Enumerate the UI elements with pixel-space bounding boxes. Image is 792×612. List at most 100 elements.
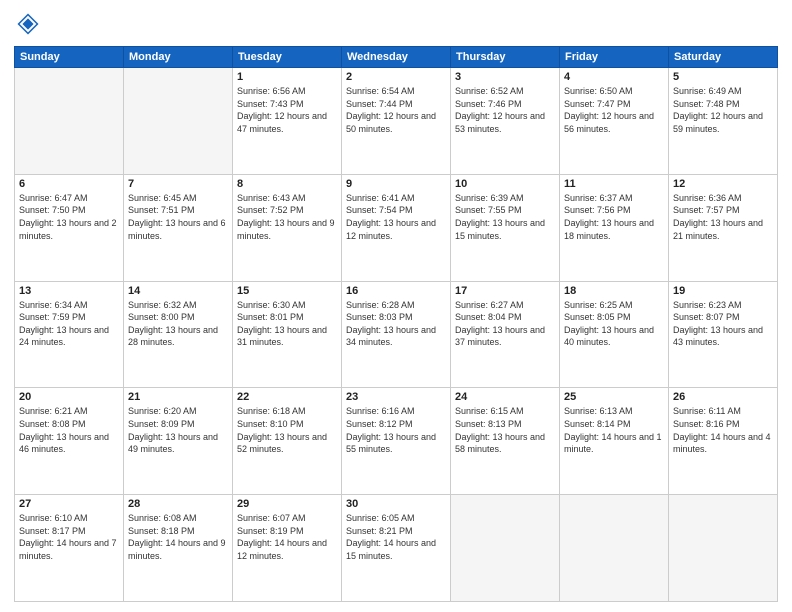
calendar-cell	[124, 68, 233, 175]
day-number: 27	[19, 498, 119, 510]
calendar-cell: 21 Sunrise: 6:20 AM Sunset: 8:09 PM Dayli…	[124, 388, 233, 495]
week-row-3: 13 Sunrise: 6:34 AM Sunset: 7:59 PM Dayli…	[15, 281, 778, 388]
day-number: 19	[673, 285, 773, 297]
calendar-cell: 5Sunrise: 6:49 AM Sunset: 7:48 PM Daylig…	[669, 68, 778, 175]
day-info: Sunrise: 6:39 AM Sunset: 7:55 PM Dayligh…	[455, 192, 555, 242]
page: SundayMondayTuesdayWednesdayThursdayFrid…	[0, 0, 792, 612]
logo	[14, 10, 46, 38]
day-info: Sunrise: 6:43 AM Sunset: 7:52 PM Dayligh…	[237, 192, 337, 242]
header	[14, 10, 778, 38]
day-number: 2	[346, 71, 446, 83]
day-info: Sunrise: 6:20 AM Sunset: 8:09 PM Dayligh…	[128, 405, 228, 455]
calendar-cell: 6Sunrise: 6:47 AM Sunset: 7:50 PM Daylig…	[15, 174, 124, 281]
day-info: Sunrise: 6:54 AM Sunset: 7:44 PM Dayligh…	[346, 85, 446, 135]
weekday-header-tuesday: Tuesday	[233, 47, 342, 68]
day-info: Sunrise: 6:11 AM Sunset: 8:16 PM Dayligh…	[673, 405, 773, 455]
weekday-header-row: SundayMondayTuesdayWednesdayThursdayFrid…	[15, 47, 778, 68]
weekday-header-saturday: Saturday	[669, 47, 778, 68]
day-info: Sunrise: 6:28 AM Sunset: 8:03 PM Dayligh…	[346, 299, 446, 349]
day-number: 4	[564, 71, 664, 83]
calendar-cell: 14Sunrise: 6:32 AM Sunset: 8:00 PM Dayli…	[124, 281, 233, 388]
day-number: 10	[455, 178, 555, 190]
week-row-1: 1Sunrise: 6:56 AM Sunset: 7:43 PM Daylig…	[15, 68, 778, 175]
day-number: 13	[19, 285, 119, 297]
day-info: Sunrise: 6:47 AM Sunset: 7:50 PM Dayligh…	[19, 192, 119, 242]
day-info: Sunrise: 6:21 AM Sunset: 8:08 PM Dayligh…	[19, 405, 119, 455]
calendar-cell: 22 Sunrise: 6:18 AM Sunset: 8:10 PM Dayli…	[233, 388, 342, 495]
day-number: 21	[128, 391, 228, 403]
calendar-cell: 9Sunrise: 6:41 AM Sunset: 7:54 PM Daylig…	[342, 174, 451, 281]
calendar-cell	[15, 68, 124, 175]
weekday-header-friday: Friday	[560, 47, 669, 68]
weekday-header-monday: Monday	[124, 47, 233, 68]
day-info: Sunrise: 6:18 AM Sunset: 8:10 PM Dayligh…	[237, 405, 337, 455]
day-number: 29	[237, 498, 337, 510]
day-number: 26	[673, 391, 773, 403]
calendar-cell: 23Sunrise: 6:16 AM Sunset: 8:12 PM Dayli…	[342, 388, 451, 495]
weekday-header-wednesday: Wednesday	[342, 47, 451, 68]
day-number: 1	[237, 71, 337, 83]
calendar-cell: 7 Sunrise: 6:45 AM Sunset: 7:51 PM Daylig…	[124, 174, 233, 281]
calendar-cell: 29 Sunrise: 6:07 AM Sunset: 8:19 PM Dayli…	[233, 495, 342, 602]
day-info: Sunrise: 6:30 AM Sunset: 8:01 PM Dayligh…	[237, 299, 337, 349]
day-info: Sunrise: 6:36 AM Sunset: 7:57 PM Dayligh…	[673, 192, 773, 242]
calendar-cell: 12 Sunrise: 6:36 AM Sunset: 7:57 PM Dayli…	[669, 174, 778, 281]
calendar-cell: 15 Sunrise: 6:30 AM Sunset: 8:01 PM Dayli…	[233, 281, 342, 388]
day-info: Sunrise: 6:16 AM Sunset: 8:12 PM Dayligh…	[346, 405, 446, 455]
calendar-cell: 8Sunrise: 6:43 AM Sunset: 7:52 PM Daylig…	[233, 174, 342, 281]
calendar-cell	[669, 495, 778, 602]
day-info: Sunrise: 6:07 AM Sunset: 8:19 PM Dayligh…	[237, 512, 337, 562]
calendar-cell: 1Sunrise: 6:56 AM Sunset: 7:43 PM Daylig…	[233, 68, 342, 175]
calendar-cell: 10 Sunrise: 6:39 AM Sunset: 7:55 PM Dayli…	[451, 174, 560, 281]
weekday-header-sunday: Sunday	[15, 47, 124, 68]
calendar-cell: 26 Sunrise: 6:11 AM Sunset: 8:16 PM Dayli…	[669, 388, 778, 495]
day-number: 20	[19, 391, 119, 403]
day-info: Sunrise: 6:10 AM Sunset: 8:17 PM Dayligh…	[19, 512, 119, 562]
week-row-2: 6Sunrise: 6:47 AM Sunset: 7:50 PM Daylig…	[15, 174, 778, 281]
calendar-cell: 30 Sunrise: 6:05 AM Sunset: 8:21 PM Dayli…	[342, 495, 451, 602]
day-info: Sunrise: 6:34 AM Sunset: 7:59 PM Dayligh…	[19, 299, 119, 349]
day-info: Sunrise: 6:41 AM Sunset: 7:54 PM Dayligh…	[346, 192, 446, 242]
day-number: 17	[455, 285, 555, 297]
day-info: Sunrise: 6:05 AM Sunset: 8:21 PM Dayligh…	[346, 512, 446, 562]
day-number: 22	[237, 391, 337, 403]
weekday-header-thursday: Thursday	[451, 47, 560, 68]
day-info: Sunrise: 6:15 AM Sunset: 8:13 PM Dayligh…	[455, 405, 555, 455]
calendar-cell: 24 Sunrise: 6:15 AM Sunset: 8:13 PM Dayli…	[451, 388, 560, 495]
day-info: Sunrise: 6:25 AM Sunset: 8:05 PM Dayligh…	[564, 299, 664, 349]
day-number: 12	[673, 178, 773, 190]
calendar-cell: 3Sunrise: 6:52 AM Sunset: 7:46 PM Daylig…	[451, 68, 560, 175]
calendar-cell: 20 Sunrise: 6:21 AM Sunset: 8:08 PM Dayli…	[15, 388, 124, 495]
calendar-cell: 25Sunrise: 6:13 AM Sunset: 8:14 PM Dayli…	[560, 388, 669, 495]
calendar-cell: 13 Sunrise: 6:34 AM Sunset: 7:59 PM Dayli…	[15, 281, 124, 388]
day-number: 11	[564, 178, 664, 190]
calendar-cell	[560, 495, 669, 602]
day-number: 15	[237, 285, 337, 297]
week-row-5: 27 Sunrise: 6:10 AM Sunset: 8:17 PM Dayli…	[15, 495, 778, 602]
day-number: 30	[346, 498, 446, 510]
day-info: Sunrise: 6:27 AM Sunset: 8:04 PM Dayligh…	[455, 299, 555, 349]
week-row-4: 20 Sunrise: 6:21 AM Sunset: 8:08 PM Dayli…	[15, 388, 778, 495]
logo-icon	[14, 10, 42, 38]
day-number: 14	[128, 285, 228, 297]
day-number: 7	[128, 178, 228, 190]
calendar-cell: 28 Sunrise: 6:08 AM Sunset: 8:18 PM Dayli…	[124, 495, 233, 602]
calendar-cell: 4 Sunrise: 6:50 AM Sunset: 7:47 PM Daylig…	[560, 68, 669, 175]
day-info: Sunrise: 6:52 AM Sunset: 7:46 PM Dayligh…	[455, 85, 555, 135]
calendar-cell: 11 Sunrise: 6:37 AM Sunset: 7:56 PM Dayli…	[560, 174, 669, 281]
calendar-cell: 18 Sunrise: 6:25 AM Sunset: 8:05 PM Dayli…	[560, 281, 669, 388]
day-number: 18	[564, 285, 664, 297]
day-info: Sunrise: 6:08 AM Sunset: 8:18 PM Dayligh…	[128, 512, 228, 562]
calendar-cell: 16Sunrise: 6:28 AM Sunset: 8:03 PM Dayli…	[342, 281, 451, 388]
calendar-cell	[451, 495, 560, 602]
day-info: Sunrise: 6:45 AM Sunset: 7:51 PM Dayligh…	[128, 192, 228, 242]
day-info: Sunrise: 6:50 AM Sunset: 7:47 PM Dayligh…	[564, 85, 664, 135]
day-info: Sunrise: 6:23 AM Sunset: 8:07 PM Dayligh…	[673, 299, 773, 349]
calendar-cell: 27 Sunrise: 6:10 AM Sunset: 8:17 PM Dayli…	[15, 495, 124, 602]
calendar-table: SundayMondayTuesdayWednesdayThursdayFrid…	[14, 46, 778, 602]
day-number: 24	[455, 391, 555, 403]
day-info: Sunrise: 6:13 AM Sunset: 8:14 PM Dayligh…	[564, 405, 664, 455]
day-info: Sunrise: 6:37 AM Sunset: 7:56 PM Dayligh…	[564, 192, 664, 242]
day-number: 28	[128, 498, 228, 510]
day-info: Sunrise: 6:49 AM Sunset: 7:48 PM Dayligh…	[673, 85, 773, 135]
